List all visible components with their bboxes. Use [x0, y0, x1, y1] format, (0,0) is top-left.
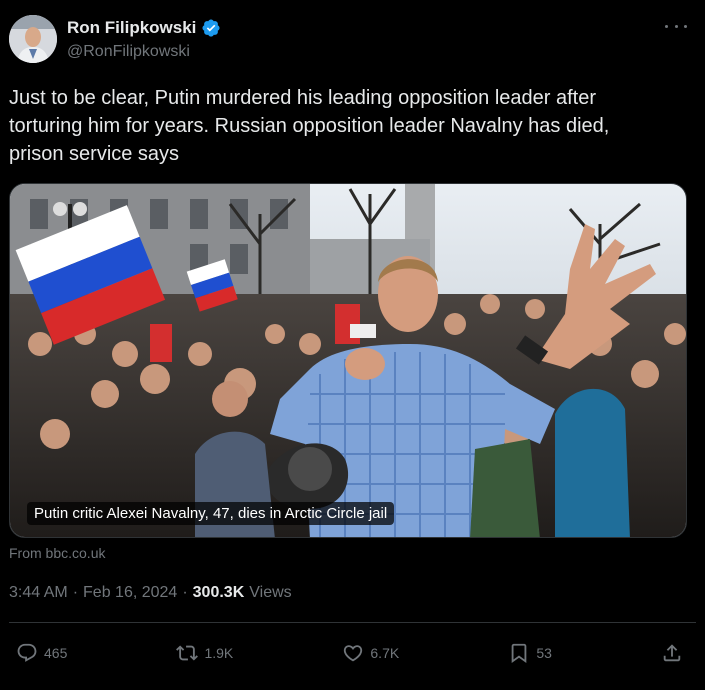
bookmark-icon: [511, 643, 527, 664]
share-button[interactable]: [661, 642, 683, 664]
card-source[interactable]: From bbc.co.uk: [9, 545, 105, 561]
bookmark-count: 53: [536, 645, 552, 661]
reply-icon: [17, 643, 37, 662]
meta-separator: ·: [182, 584, 188, 601]
bookmark-button[interactable]: 53: [508, 642, 552, 664]
reply-button[interactable]: 465: [16, 642, 67, 664]
tweet-date[interactable]: Feb 16, 2024: [83, 584, 177, 602]
views-label: Views: [249, 584, 292, 601]
like-count: 6.7K: [370, 645, 400, 661]
views-count: 300.3K: [192, 584, 245, 601]
card-caption: Putin critic Alexei Navalny, 47, dies in…: [27, 502, 395, 525]
avatar-image: [9, 15, 57, 63]
tweet-time[interactable]: 3:44 AM: [9, 584, 68, 602]
reply-count: 465: [44, 645, 68, 661]
author-name[interactable]: Ron Filipkowski: [67, 18, 196, 38]
tweet-meta: 3:44 AM · Feb 16, 2024 · 300.3K Views: [9, 584, 292, 602]
author-handle[interactable]: @RonFilipkowski: [67, 43, 190, 61]
like-button[interactable]: 6.7K: [342, 642, 399, 664]
rally-photo: [10, 184, 686, 537]
avatar[interactable]: [9, 15, 57, 63]
repost-button[interactable]: 1.9K: [176, 642, 233, 664]
heart-icon: [344, 645, 363, 662]
repost-icon: [176, 645, 199, 661]
share-icon: [663, 644, 681, 662]
meta-separator: ·: [72, 584, 79, 601]
author-name-row[interactable]: Ron Filipkowski: [67, 18, 221, 38]
link-card[interactable]: Putin critic Alexei Navalny, 47, dies in…: [9, 183, 687, 538]
action-bar: 465 1.9K 6.7K 53: [16, 642, 683, 664]
repost-count: 1.9K: [204, 645, 234, 661]
divider: [9, 622, 696, 623]
more-options-icon[interactable]: [665, 18, 687, 34]
verified-badge-icon: [202, 19, 220, 37]
tweet-text: Just to be clear, Putin murdered his lea…: [9, 87, 610, 165]
